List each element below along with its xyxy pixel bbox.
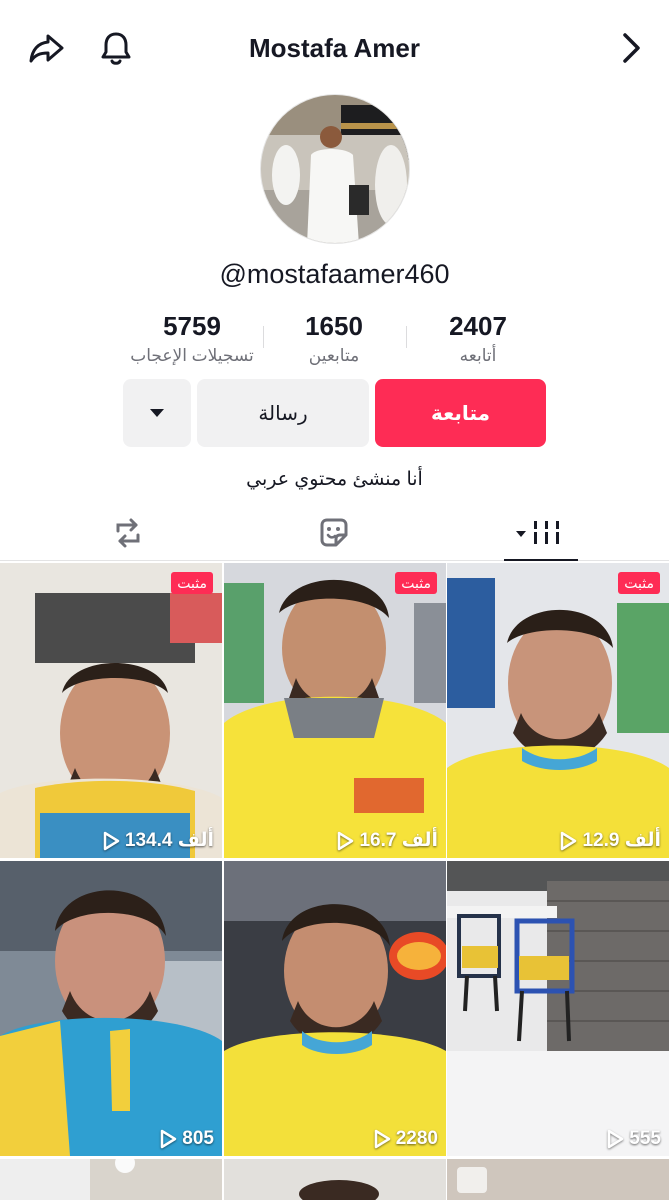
view-count-text: 12.9 ألف (582, 830, 661, 851)
video-thumbnail-image (0, 563, 222, 858)
play-icon (338, 831, 354, 850)
view-count-text: 2280 (395, 1128, 438, 1149)
profile-title: Mostafa Amer (249, 33, 420, 63)
grid-icon (516, 521, 559, 544)
video-thumbnail[interactable]: 2280 (224, 861, 446, 1156)
play-icon (103, 831, 120, 850)
view-count: 555 (606, 1128, 661, 1150)
stat-following[interactable]: 2407 أتابعه (398, 310, 558, 368)
stat-likes[interactable]: 5759 تسجيلات الإعجاب (112, 310, 272, 368)
video-thumbnail[interactable]: 555 (447, 861, 669, 1156)
tab-reposts[interactable] (93, 511, 163, 555)
pinned-badge: مثبت (395, 572, 437, 594)
stat-following-label: أتابعه (459, 346, 497, 365)
video-thumbnail-image (224, 1159, 446, 1200)
profile-handle: @mostafaamer460 (219, 259, 450, 289)
video-thumbnail-image (224, 563, 446, 858)
video-thumbnail[interactable]: مثبت 16.7 ألف (224, 563, 446, 858)
sticker-icon (320, 518, 348, 547)
tab-stickers[interactable] (299, 511, 369, 555)
stat-followers-value: 1650 (305, 311, 363, 341)
follow-button[interactable]: متابعة (375, 379, 546, 447)
avatar[interactable] (260, 94, 410, 244)
pinned-badge: مثبت (618, 572, 660, 594)
message-button[interactable]: رسالة (197, 379, 369, 447)
repost-icon (116, 518, 140, 548)
active-tab-indicator (504, 559, 578, 561)
video-thumbnail[interactable] (447, 1159, 669, 1200)
view-count: 805 (159, 1128, 214, 1150)
video-thumbnail-image (224, 861, 446, 1156)
view-count: 134.4 ألف (102, 829, 214, 852)
view-count-text: 134.4 ألف (124, 830, 214, 851)
video-thumbnail-image (447, 861, 669, 1156)
video-thumbnail[interactable]: مثبت 12.9 ألف (447, 563, 669, 858)
view-count-text: 16.7 ألف (359, 830, 438, 851)
content-tabs (0, 503, 669, 561)
video-thumbnail[interactable]: 805 (0, 861, 222, 1156)
view-count-text: 555 (629, 1128, 661, 1149)
video-thumbnail[interactable] (224, 1159, 446, 1200)
profile-bio: أنا منشئ محتوي عربي (246, 469, 423, 490)
play-icon (374, 1129, 390, 1149)
view-count: 12.9 ألف (559, 829, 661, 852)
more-options-button[interactable] (123, 379, 191, 447)
video-thumbnail-image (447, 1159, 669, 1200)
tab-videos[interactable] (505, 511, 575, 555)
video-thumbnail[interactable]: مثبت 134.4 ألف (0, 563, 222, 858)
video-thumbnail[interactable] (0, 1159, 222, 1200)
view-count: 16.7 ألف (336, 829, 438, 852)
stat-followers[interactable]: 1650 متابعين (254, 310, 414, 368)
video-thumbnail-image (447, 563, 669, 858)
stat-followers-label: متابعين (308, 346, 360, 365)
video-thumbnail-image (0, 861, 222, 1156)
top-bar: Mostafa Amer (0, 0, 669, 95)
play-icon (161, 1129, 177, 1149)
stat-likes-value: 5759 (163, 311, 221, 341)
video-grid: مثبت 134.4 ألف مثبت 16.7 ألف مثبت 12.9 أ… (0, 563, 669, 1200)
stat-following-value: 2407 (449, 311, 507, 341)
chevron-right-icon[interactable] (609, 26, 653, 70)
caret-down-icon (150, 409, 164, 417)
video-thumbnail-image (0, 1159, 222, 1200)
view-count-text: 805 (182, 1128, 214, 1149)
view-count: 2280 (373, 1128, 438, 1150)
play-icon (608, 1129, 624, 1149)
stat-likes-label: تسجيلات الإعجاب (130, 346, 254, 365)
play-icon (561, 831, 577, 850)
pinned-badge: مثبت (171, 572, 213, 594)
